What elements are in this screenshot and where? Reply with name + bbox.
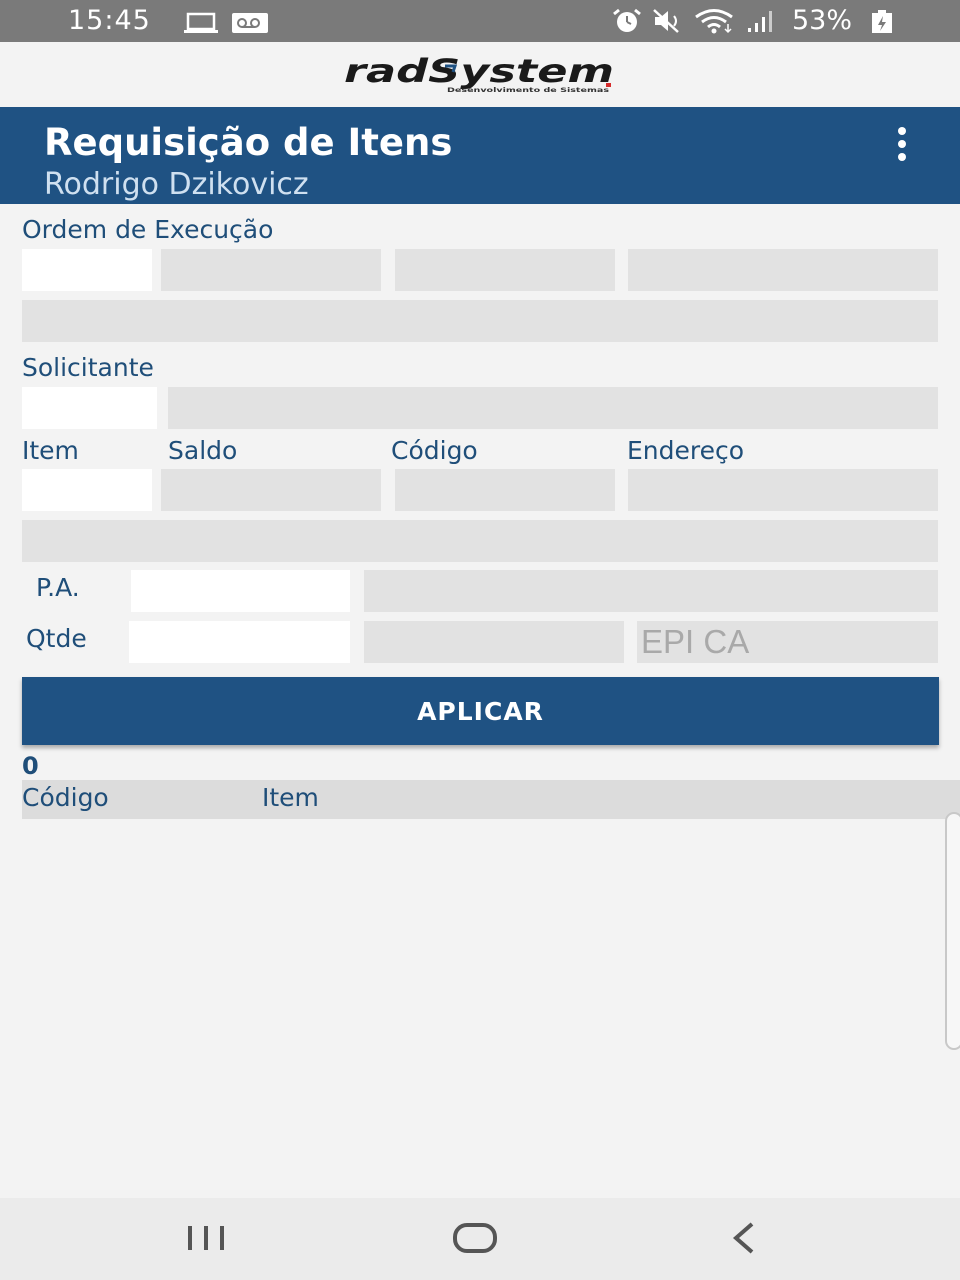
column-header-item: Item <box>262 783 319 812</box>
mute-icon <box>652 8 684 41</box>
pa-input[interactable] <box>131 570 350 612</box>
item-input[interactable] <box>22 469 152 511</box>
battery-percent: 53% <box>792 5 853 36</box>
alarm-icon <box>612 8 642 41</box>
edge-panel-handle[interactable] <box>945 812 960 1050</box>
radsystem-logo: radSystem Desenvolvimento de Sistemas <box>344 52 614 94</box>
solicitante-label: Solicitante <box>22 353 154 382</box>
codigo-field <box>395 469 615 511</box>
home-icon[interactable] <box>452 1216 498 1264</box>
result-count: 0 <box>22 752 39 780</box>
logo-tagline: Desenvolvimento de Sistemas <box>447 87 610 94</box>
item-description-field <box>22 520 938 562</box>
voicemail-icon <box>231 10 269 41</box>
recent-apps-icon[interactable] <box>186 1216 226 1264</box>
logo-bar: radSystem Desenvolvimento de Sistemas <box>0 42 960 107</box>
ordem-field-3 <box>395 249 615 291</box>
ordem-number-input[interactable] <box>22 249 152 291</box>
more-vert-icon[interactable] <box>890 127 914 161</box>
ordem-field-2 <box>161 249 381 291</box>
endereco-label: Endereço <box>627 436 745 465</box>
column-header-codigo: Código <box>22 783 109 812</box>
pa-description-field <box>364 570 938 612</box>
pa-label: P.A. <box>36 573 80 602</box>
epi-ca-field[interactable]: EPI CA <box>637 621 938 663</box>
qtde-input[interactable] <box>129 621 350 663</box>
solicitante-name-field <box>168 387 938 429</box>
saldo-label: Saldo <box>168 436 238 465</box>
wifi-icon <box>694 8 736 41</box>
logo-wordmark: radSystem <box>344 52 614 90</box>
qtde-unit-field <box>364 621 624 663</box>
status-bar: 15:45 53% <box>0 0 960 42</box>
laptop-icon <box>183 10 219 41</box>
navigation-bar <box>0 1198 960 1280</box>
clock: 15:45 <box>68 5 151 36</box>
signal-icon <box>746 9 776 40</box>
qtde-label: Qtde <box>26 624 87 653</box>
ordem-label: Ordem de Execução <box>22 215 274 244</box>
codigo-label: Código <box>391 436 478 465</box>
item-label: Item <box>22 436 79 465</box>
page-title: Requisição de Itens <box>44 121 453 164</box>
solicitante-code-input[interactable] <box>22 387 157 429</box>
app-bar: Requisição de Itens Rodrigo Dzikovicz <box>0 107 960 204</box>
results-table-header: Código Item <box>22 780 960 819</box>
saldo-field <box>161 469 381 511</box>
battery-icon <box>871 10 893 41</box>
ordem-field-4 <box>628 249 938 291</box>
back-icon[interactable] <box>730 1216 758 1264</box>
ordem-description-field <box>22 300 938 342</box>
endereco-field <box>628 469 938 511</box>
apply-button[interactable]: APLICAR <box>22 677 939 745</box>
user-name: Rodrigo Dzikovicz <box>44 167 309 202</box>
